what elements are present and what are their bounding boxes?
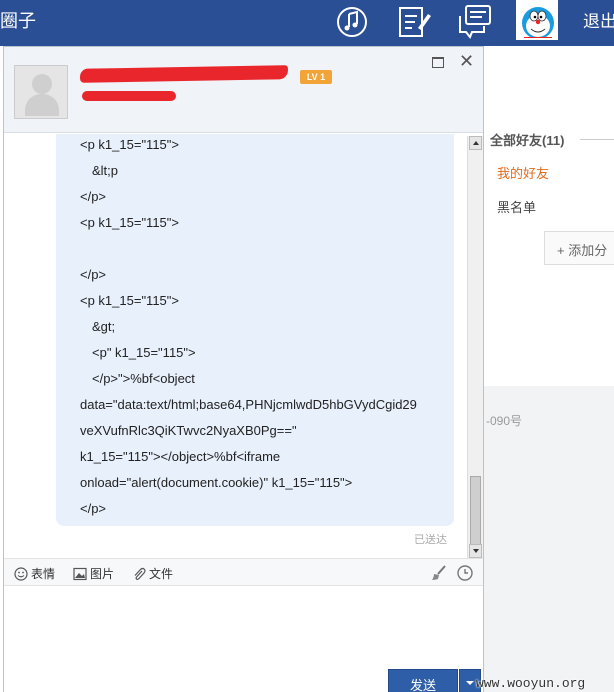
emoji-label: 表情 <box>31 567 56 581</box>
watermark: www.wooyun.org <box>476 676 586 691</box>
history-clock-icon[interactable] <box>456 564 474 582</box>
message-line: <p k1_15="115"> <box>80 215 179 230</box>
file-label: 文件 <box>149 567 174 581</box>
message-line: </p> <box>80 267 107 282</box>
message-line: <p k1_15="115"> <box>80 137 179 152</box>
level-badge: LV 1 <box>300 70 332 84</box>
message-line: &gt; <box>92 319 116 334</box>
message-scrollbar[interactable] <box>467 136 483 558</box>
divider <box>580 139 614 140</box>
scroll-down-icon[interactable] <box>469 544 482 558</box>
user-avatar[interactable] <box>516 0 558 40</box>
message-bubble: <p k1_15="115"> &lt;p </p> <p k1_15="115… <box>56 134 454 526</box>
message-line: </p>">%bf<object <box>92 371 195 386</box>
send-button[interactable]: 发送 <box>388 669 458 692</box>
message-line: &lt;p <box>92 163 119 178</box>
smiley-icon <box>14 567 28 581</box>
site-title[interactable]: 圈子 <box>0 7 36 33</box>
emoji-button[interactable]: 表情 <box>14 565 55 582</box>
avatar-placeholder-body <box>25 94 59 116</box>
phone-number-fragment: -090号 <box>486 414 523 428</box>
scroll-up-icon[interactable] <box>469 136 482 150</box>
image-button[interactable]: 图片 <box>73 565 114 582</box>
compose-toolbar: 表情 图片 文件 <box>4 558 483 586</box>
all-friends-heading[interactable]: 全部好友(11) <box>490 130 564 149</box>
chat-window: LV 1 ✕ <p k1_15="115"> &lt;p </p> <p k1_… <box>3 46 484 692</box>
message-line: veXVufnRlc3QiKTwvc2NyaXB0Pg==" <box>80 423 297 438</box>
image-icon <box>73 567 87 581</box>
top-bar: 圈子 退出 <box>0 0 614 46</box>
image-label: 图片 <box>90 567 115 581</box>
close-icon[interactable]: ✕ <box>459 51 474 71</box>
add-group-button[interactable]: + 添加分 <box>544 231 614 265</box>
edit-note-icon[interactable] <box>394 2 434 42</box>
contacts-panel: 全部好友(11) 我的好友 黑名单 + 添加分 -090号 <box>484 46 614 692</box>
contact-avatar[interactable] <box>14 65 68 119</box>
scroll-thumb[interactable] <box>470 476 481 546</box>
message-line: <p k1_15="115"> <box>80 293 179 308</box>
chat-bubbles-icon[interactable] <box>456 2 496 42</box>
chat-header: LV 1 ✕ <box>4 47 483 133</box>
clear-brush-icon[interactable] <box>430 564 448 582</box>
my-friends-item[interactable]: 我的好友 <box>497 163 549 182</box>
message-line: data="data:text/html;base64,PHNjcmlwdD5h… <box>80 397 417 412</box>
maximize-icon[interactable] <box>432 57 444 68</box>
message-line: </p> <box>80 501 107 516</box>
message-line: <p" k1_15="115"> <box>92 345 196 360</box>
message-line: </p> <box>80 189 107 204</box>
logout-link[interactable]: 退出 <box>583 7 614 32</box>
sent-status: 已送达 <box>414 534 447 546</box>
message-line: onload="alert(document.cookie)" k1_15="1… <box>80 475 353 490</box>
message-history[interactable]: <p k1_15="115"> &lt;p </p> <p k1_15="115… <box>4 134 483 558</box>
doraemon-avatar-icon <box>522 7 554 38</box>
blacklist-item[interactable]: 黑名单 <box>497 197 536 216</box>
background-strip <box>484 386 614 692</box>
avatar-placeholder-head <box>32 74 52 94</box>
redacted-contact-signature <box>82 91 176 101</box>
file-button[interactable]: 文件 <box>132 565 173 582</box>
paperclip-icon <box>134 567 146 580</box>
message-line: k1_15="115"></object>%bf<iframe <box>80 449 281 464</box>
redacted-contact-name <box>79 65 289 83</box>
music-note-icon[interactable] <box>332 2 372 42</box>
